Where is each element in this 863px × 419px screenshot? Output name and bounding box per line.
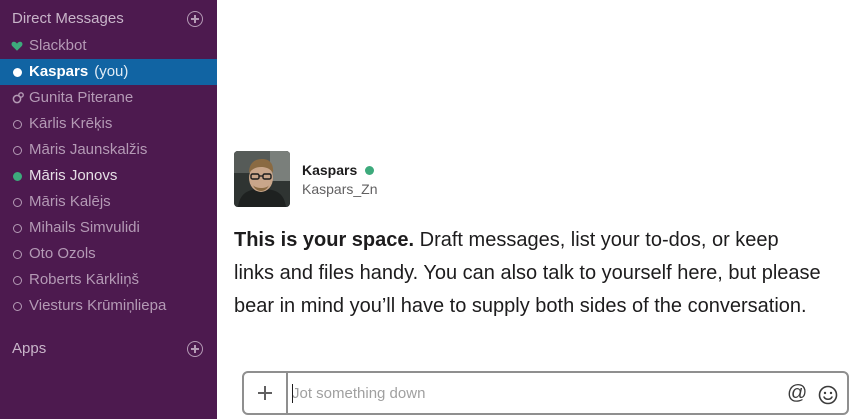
presence-away-icon: [13, 302, 22, 311]
intro-heading: This is your space.: [234, 229, 415, 251]
dm-item-kaspars[interactable]: Kaspars (you): [0, 59, 217, 85]
dm-item-you-suffix: (you): [94, 63, 129, 80]
dm-item-mihails-simvulidi[interactable]: Mihails Simvulidi: [0, 215, 217, 241]
direct-messages-list: Slackbot Kaspars (you) Gunita Piterane Kā…: [0, 33, 217, 319]
direct-messages-header[interactable]: Direct Messages: [0, 7, 217, 33]
dm-item-maris-kalejs[interactable]: Māris Kalējs: [0, 189, 217, 215]
dm-item-viesturs-kruminliepa[interactable]: Viesturs Krūmiņliepa: [0, 293, 217, 319]
dm-item-gunita-piterane[interactable]: Gunita Piterane: [0, 85, 217, 111]
at-icon[interactable]: @: [787, 381, 807, 405]
sidebar: Direct Messages Slackbot Kaspars (you) Gu…: [0, 0, 217, 419]
add-app-icon[interactable]: [187, 341, 203, 357]
dm-item-label: Gunita Piterane: [29, 89, 134, 106]
presence-away-icon: [13, 224, 22, 233]
heart-icon: [11, 40, 23, 52]
dm-item-label: Māris Jonovs: [29, 167, 118, 184]
plus-icon[interactable]: [244, 373, 288, 413]
text-cursor: [292, 384, 293, 403]
profile-username: Kaspars_Zn: [302, 181, 378, 197]
main-panel: Kaspars Kaspars_Zn This is your space. D…: [217, 0, 863, 419]
presence-away-icon: [13, 250, 22, 259]
presence-online-icon: [365, 166, 375, 175]
presence-away-icon: [13, 198, 22, 207]
presence-dot-icon: [13, 68, 22, 77]
direct-messages-label[interactable]: Direct Messages: [12, 10, 124, 27]
avatar-photo-icon: [234, 151, 290, 207]
presence-online-icon: [13, 172, 22, 181]
dm-item-label: Māris Kalējs: [29, 193, 111, 210]
dm-item-maris-jonovs[interactable]: Māris Jonovs: [0, 163, 217, 189]
dm-item-label: Māris Jaunskalžis: [29, 141, 148, 158]
profile-name[interactable]: Kaspars: [302, 162, 375, 178]
dm-item-roberts-karklins[interactable]: Roberts Kārkliņš: [0, 267, 217, 293]
message-input[interactable]: [292, 382, 772, 404]
group-dm-icon: [12, 92, 24, 104]
profile-name-text[interactable]: Kaspars: [302, 162, 357, 178]
dm-item-label: Kārlis Krēķis: [29, 115, 113, 132]
dm-item-karlis-krekis[interactable]: Kārlis Krēķis: [0, 111, 217, 137]
dm-item-label: Kaspars: [29, 63, 89, 80]
presence-away-icon: [13, 276, 22, 285]
apps-label[interactable]: Apps: [12, 340, 46, 357]
presence-away-icon: [13, 120, 22, 129]
dm-item-label: Mihails Simvulidi: [29, 219, 140, 236]
avatar[interactable]: [234, 151, 290, 207]
dm-item-maris-jaunskalzis[interactable]: Māris Jaunskalžis: [0, 137, 217, 163]
dm-item-label: Slackbot: [29, 37, 87, 54]
add-direct-message-icon[interactable]: [187, 11, 203, 27]
dm-item-label: Oto Ozols: [29, 245, 96, 262]
message-composer: @: [242, 371, 849, 415]
intro-message: This is your space. Draft messages, list…: [234, 224, 824, 323]
dm-item-slackbot[interactable]: Slackbot: [0, 33, 217, 59]
apps-header[interactable]: Apps: [0, 337, 217, 363]
dm-item-label: Roberts Kārkliņš: [29, 271, 140, 288]
emoji-icon[interactable]: [818, 385, 838, 405]
presence-away-icon: [13, 146, 22, 155]
dm-item-label: Viesturs Krūmiņliepa: [29, 297, 167, 314]
dm-item-oto-ozols[interactable]: Oto Ozols: [0, 241, 217, 267]
